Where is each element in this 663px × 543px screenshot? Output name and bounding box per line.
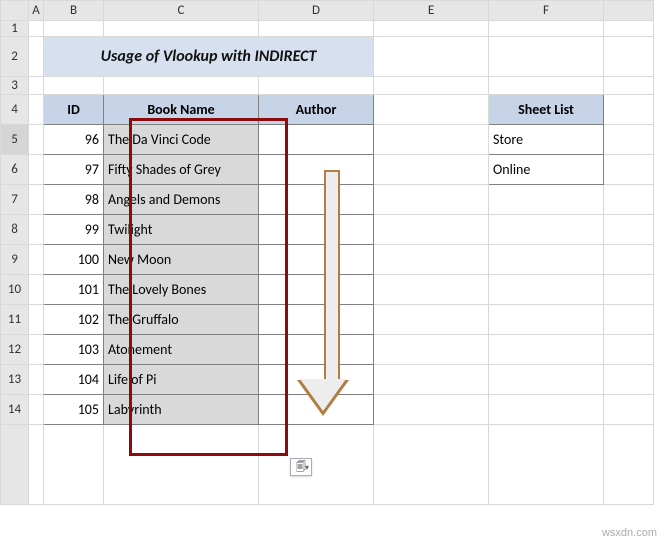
col-header-A[interactable]: A: [29, 1, 44, 21]
cell-author[interactable]: [259, 185, 374, 215]
cell-book[interactable]: Twilight: [104, 215, 259, 245]
cell-author[interactable]: [259, 365, 374, 395]
header-id[interactable]: ID: [44, 95, 104, 125]
row-header-13[interactable]: 13: [1, 365, 29, 395]
cell-book[interactable]: Atonement: [104, 335, 259, 365]
cell-author[interactable]: [259, 395, 374, 425]
cell-book[interactable]: The Lovely Bones: [104, 275, 259, 305]
cell-book[interactable]: Life of Pi: [104, 365, 259, 395]
cell-author[interactable]: [259, 305, 374, 335]
cell-author[interactable]: [259, 275, 374, 305]
cell-id[interactable]: 104: [44, 365, 104, 395]
row-header-7[interactable]: 7: [1, 185, 29, 215]
row-header-12[interactable]: 12: [1, 335, 29, 365]
row-header-2[interactable]: 2: [1, 37, 29, 77]
row-header-5[interactable]: 5: [1, 125, 29, 155]
cell-id[interactable]: 96: [44, 125, 104, 155]
row-header-9[interactable]: 9: [1, 245, 29, 275]
row-header-8[interactable]: 8: [1, 215, 29, 245]
row-header-4[interactable]: 4: [1, 95, 29, 125]
page-title: Usage of Vlookup with INDIRECT: [44, 37, 374, 77]
cell-id[interactable]: 100: [44, 245, 104, 275]
cell-book[interactable]: Labyrinth: [104, 395, 259, 425]
cell-book[interactable]: The Gruffalo: [104, 305, 259, 335]
cell-id[interactable]: 99: [44, 215, 104, 245]
row-header-3[interactable]: 3: [1, 77, 29, 95]
header-author[interactable]: Author: [259, 95, 374, 125]
cell-id[interactable]: 97: [44, 155, 104, 185]
col-header-B[interactable]: B: [44, 1, 104, 21]
col-header-D[interactable]: D: [259, 1, 374, 21]
cell-id[interactable]: 98: [44, 185, 104, 215]
row-header-10[interactable]: 10: [1, 275, 29, 305]
cell-book[interactable]: Fifty Shades of Grey: [104, 155, 259, 185]
select-all-corner[interactable]: [1, 1, 29, 21]
col-header-C[interactable]: C: [104, 1, 259, 21]
cell-author[interactable]: [259, 335, 374, 365]
cell-book[interactable]: The Da Vinci Code: [104, 125, 259, 155]
header-sheetlist[interactable]: Sheet List: [489, 95, 604, 125]
cell-sheetlist[interactable]: Store: [489, 125, 604, 155]
autofill-options-icon[interactable]: 🗐: [290, 458, 312, 476]
row-header-extra[interactable]: [1, 425, 29, 505]
row-header-1[interactable]: 1: [1, 21, 29, 37]
row-header-11[interactable]: 11: [1, 305, 29, 335]
cell-id[interactable]: 102: [44, 305, 104, 335]
col-header-extra[interactable]: [604, 1, 654, 21]
header-book[interactable]: Book Name: [104, 95, 259, 125]
cell-id[interactable]: 101: [44, 275, 104, 305]
row-header-14[interactable]: 14: [1, 395, 29, 425]
cell-id[interactable]: 103: [44, 335, 104, 365]
col-header-E[interactable]: E: [374, 1, 489, 21]
cell-author[interactable]: [259, 245, 374, 275]
spreadsheet-grid[interactable]: A B C D E F 1 2 Usage of Vlookup with IN…: [0, 0, 654, 505]
col-header-F[interactable]: F: [489, 1, 604, 21]
cell-sheetlist[interactable]: Online: [489, 155, 604, 185]
cell-author[interactable]: [259, 155, 374, 185]
row-header-6[interactable]: 6: [1, 155, 29, 185]
watermark: wsxdn.com: [602, 527, 657, 539]
cell-book[interactable]: Angels and Demons: [104, 185, 259, 215]
cell-book[interactable]: New Moon: [104, 245, 259, 275]
cell-author[interactable]: [259, 125, 374, 155]
cell-id[interactable]: 105: [44, 395, 104, 425]
cell-author[interactable]: [259, 215, 374, 245]
